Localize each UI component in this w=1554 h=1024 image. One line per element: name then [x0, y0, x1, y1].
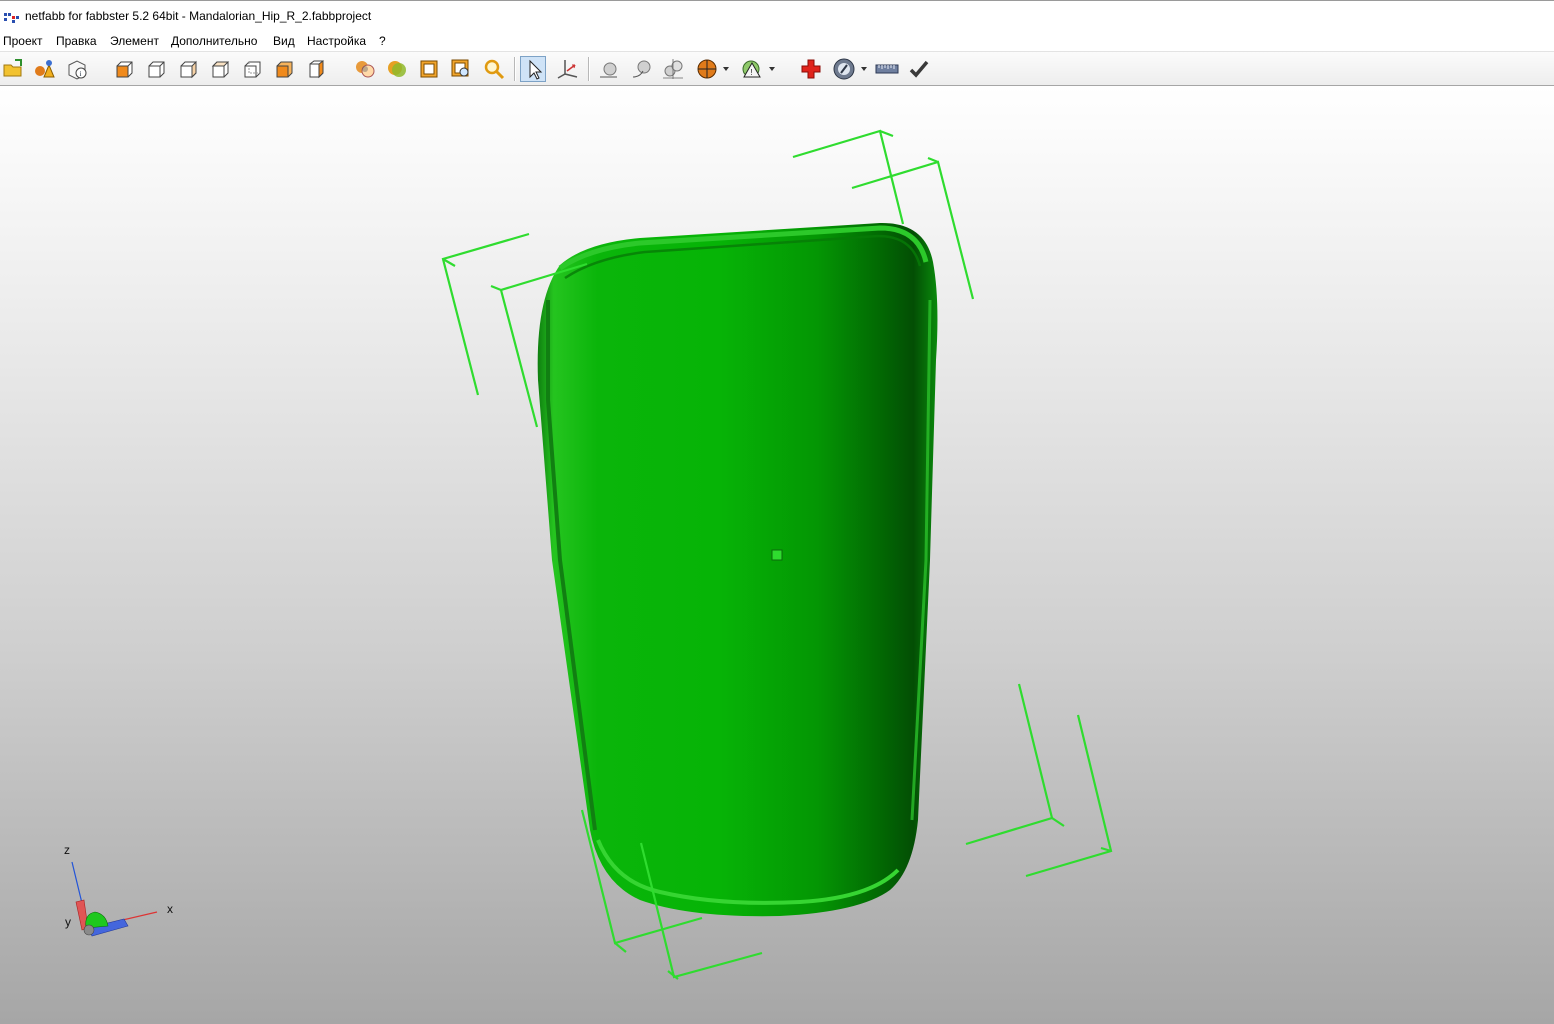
menu-element[interactable]: Элемент — [109, 34, 160, 48]
toolbar-separator — [514, 57, 516, 81]
view-options-dropdown-icon[interactable] — [830, 56, 867, 82]
title-bar: netfabb for fabbster 5.2 64bit - Mandalo… — [0, 0, 1554, 32]
zoom-selection-icon[interactable] — [448, 56, 474, 82]
view-back-icon[interactable] — [143, 56, 169, 82]
main-toolbar: i ! — [0, 52, 1554, 86]
section-dropdown-icon[interactable] — [694, 56, 729, 82]
menu-view[interactable]: Вид — [272, 34, 296, 48]
axis-gizmo[interactable] — [71, 861, 158, 937]
warning-analysis-dropdown-icon[interactable]: ! — [738, 56, 775, 82]
part-info-icon[interactable]: i — [64, 56, 90, 82]
menu-help[interactable]: ? — [378, 34, 387, 48]
axis-z-label: z — [64, 843, 70, 857]
view-left-icon[interactable] — [175, 56, 201, 82]
select-cursor-icon[interactable] — [520, 56, 546, 82]
measure-ruler-icon[interactable] — [874, 56, 900, 82]
view-top-icon[interactable] — [239, 56, 265, 82]
spheres-scale-icon[interactable] — [660, 56, 686, 82]
menu-extras[interactable]: Дополнительно — [170, 34, 258, 48]
sphere-small-icon[interactable] — [596, 56, 622, 82]
toolbar-separator — [588, 57, 590, 81]
3d-viewport[interactable]: z x y — [0, 86, 1554, 1024]
menu-settings[interactable]: Настройка — [306, 34, 367, 48]
color-icon[interactable] — [384, 56, 410, 82]
open-project-icon[interactable] — [0, 56, 26, 82]
add-part-icon[interactable] — [31, 56, 57, 82]
netfabb-logo-icon — [4, 12, 20, 23]
shading-icon[interactable] — [352, 56, 378, 82]
checkmark-icon[interactable] — [906, 56, 932, 82]
menu-edit[interactable]: Правка — [55, 34, 98, 48]
svg-text:!: ! — [751, 68, 753, 77]
view-right-icon[interactable] — [207, 56, 233, 82]
model-part[interactable] — [537, 222, 938, 917]
repair-plus-icon[interactable] — [798, 56, 824, 82]
menu-bar: Проект Правка Элемент Дополнительно Вид … — [0, 32, 1554, 52]
axis-y-label: y — [65, 915, 71, 929]
3d-scene[interactable]: z x y — [0, 86, 1554, 1024]
view-front-icon[interactable] — [111, 56, 137, 82]
view-bottom-icon[interactable] — [271, 56, 297, 82]
sphere-arrow-icon[interactable] — [629, 56, 655, 82]
axis-x-label: x — [167, 902, 173, 916]
view-perspective-icon[interactable] — [303, 56, 329, 82]
svg-text:i: i — [80, 70, 82, 78]
menu-project[interactable]: Проект — [2, 34, 44, 48]
wireframe-icon[interactable] — [416, 56, 442, 82]
pivot-marker[interactable] — [771, 549, 783, 561]
move-axes-icon[interactable] — [554, 56, 580, 82]
window-title: netfabb for fabbster 5.2 64bit - Mandalo… — [25, 9, 372, 23]
zoom-icon[interactable] — [481, 56, 507, 82]
